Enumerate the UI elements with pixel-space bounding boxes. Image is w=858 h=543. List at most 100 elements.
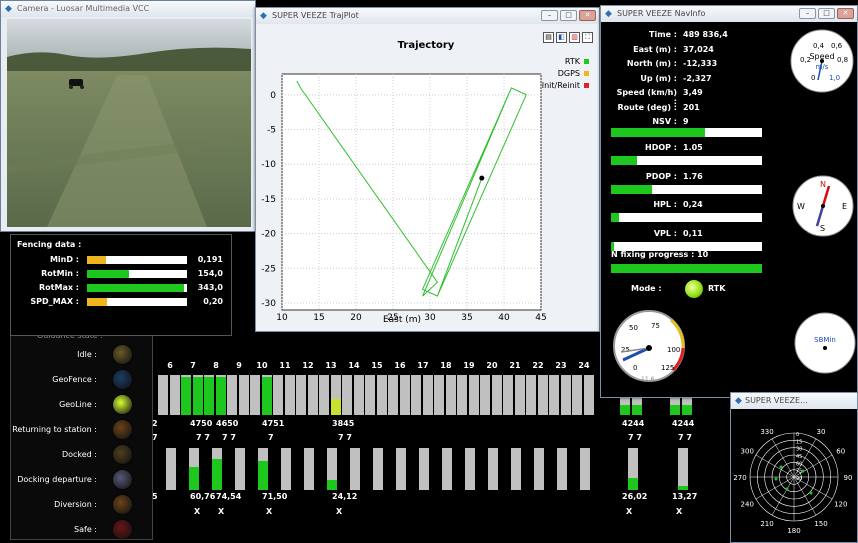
satellite-snr-bar: [557, 448, 567, 490]
svg-text:0,6: 0,6: [831, 42, 843, 50]
polar-angle-label: 30: [817, 428, 826, 436]
polar-angle-label: 180: [787, 527, 800, 535]
polar-spoke: [771, 438, 795, 478]
satellite-bar: [480, 375, 490, 415]
satellite-id: 4751: [262, 419, 285, 428]
nfix-progress-bar: [611, 264, 762, 273]
minimize-button[interactable]: –: [541, 10, 558, 21]
satellite-x-mark: X: [266, 507, 273, 516]
navinfo-window[interactable]: ◆ SUPER VEEZE NavInfo – □ ✕ Time : 489 836,4…: [600, 5, 858, 398]
satellite-snr-bar: [511, 448, 521, 490]
satellite-bar: [342, 375, 352, 415]
maximize-button[interactable]: □: [818, 8, 835, 19]
satellite-number: 10: [256, 361, 268, 370]
polar-angle-label: 90: [844, 474, 853, 482]
satellite-bar: [388, 375, 398, 415]
svg-text:S: S: [820, 224, 825, 233]
nav-label: Route (deg) :: [617, 102, 677, 112]
polar-ring-label: 75: [796, 469, 802, 475]
dop-value: 0,11: [683, 228, 703, 238]
close-button[interactable]: ✕: [579, 10, 596, 21]
guidance-led: [113, 495, 132, 514]
polar-ring-label: 15: [796, 439, 802, 445]
satellite-bar: [620, 395, 630, 415]
satellite-number: 20: [486, 361, 498, 370]
y-tick-label: -10: [261, 160, 276, 170]
close-button[interactable]: ✕: [837, 8, 854, 19]
dop-label: HDOP :: [645, 143, 677, 152]
dop-value: 1.05: [683, 143, 703, 152]
satellite-bottom-bars: [150, 448, 730, 490]
trajplot-window[interactable]: ◆ SUPER VEEZE TrajPlot – □ ✕ ▤ ◧ ▥ ⛶ Trajec…: [255, 7, 600, 332]
satellite-flag: 7 7: [222, 433, 236, 442]
satellite-id: 4244: [672, 419, 695, 428]
satellite-number: 9: [236, 361, 242, 370]
guidance-label: Idle :: [77, 350, 97, 359]
fencing-value: 0,20: [203, 297, 223, 306]
satellite-snr-bar: [166, 448, 176, 490]
x-tick-label: 10: [276, 313, 288, 323]
y-tick-label: -15: [261, 195, 276, 205]
satellite-id: 4244: [622, 419, 645, 428]
mode-label: Mode :: [631, 284, 662, 293]
satellite-number: 21: [509, 361, 521, 370]
satellite-id: 4650: [216, 419, 239, 428]
skyplot-window[interactable]: ◆ SUPER VEEZE... 330 30 300 60 270 90 240 120 210…: [730, 392, 858, 543]
minimize-button[interactable]: –: [799, 8, 816, 19]
guidance-led: [113, 520, 132, 539]
legend-entry: DGPS: [542, 68, 589, 80]
satellite-bar: [308, 375, 318, 415]
satellite-bar: [216, 375, 226, 415]
navinfo-titlebar[interactable]: ◆ SUPER VEEZE NavInfo – □ ✕: [601, 6, 857, 22]
svg-text:0: 0: [811, 74, 815, 82]
polar-ring-label: 60: [796, 461, 802, 467]
y-tick-label: -5: [267, 126, 276, 136]
nav-label: Time :: [649, 30, 677, 39]
app-icon: ◆: [5, 4, 12, 14]
polar-spoke: [755, 476, 795, 500]
camera-titlebar[interactable]: ◆ Camera - Luosar Multimedia VCC: [1, 1, 255, 17]
polar-ring-label: 0: [796, 432, 799, 438]
navinfo-title: SUPER VEEZE NavInfo: [617, 9, 706, 18]
satellite-bar: [296, 375, 306, 415]
sky-polar-plot: 330 30300 60270 90240 120210 1501800153045607…: [733, 428, 853, 535]
polar-angle-label: 240: [741, 501, 754, 509]
polar-angle-label: 60: [836, 448, 845, 456]
satellite-number: 23: [555, 361, 567, 370]
polar-spoke: [793, 476, 817, 516]
satellite-x-mark: X: [194, 507, 201, 516]
satellite-snr: 13,27: [672, 492, 698, 501]
satellite-bar: [331, 375, 341, 415]
skyplot-titlebar[interactable]: ◆ SUPER VEEZE...: [731, 393, 857, 409]
satellite-bar: [377, 375, 387, 415]
guidance-led: [113, 445, 132, 464]
satellite-bar: [170, 375, 180, 415]
satellite-snr-bar: [281, 448, 291, 490]
satellite-dot: [809, 491, 813, 495]
camera-window[interactable]: ◆ Camera - Luosar Multimedia VCC: [0, 0, 256, 232]
legend-swatch: [584, 59, 589, 64]
satellite-dot: [785, 487, 789, 491]
satellite-number: 14: [348, 361, 360, 370]
satellite-number: 24: [578, 361, 590, 370]
x-tick-label: 35: [461, 313, 472, 323]
y-tick-label: -20: [261, 230, 276, 240]
maximize-button[interactable]: □: [560, 10, 577, 21]
trajplot-titlebar[interactable]: ◆ SUPER VEEZE TrajPlot – □ ✕: [256, 8, 599, 24]
satellite-bar: [400, 375, 410, 415]
legend-label: RTK: [564, 57, 580, 66]
satellite-snr-bar: [488, 448, 498, 490]
satellite-snr-bar: [258, 448, 268, 490]
svg-text:1,0: 1,0: [829, 74, 840, 82]
satellite-bar: [193, 375, 203, 415]
legend-entry: RTK: [542, 56, 589, 68]
satellite-snr-bar: [373, 448, 383, 490]
satellite-snr-bar: [419, 448, 429, 490]
satellite-snr-bar: [235, 448, 245, 490]
nav-value: 9: [683, 117, 689, 126]
guidance-panel: Guidance state : Idle :GeoFence :GeoLine…: [10, 330, 153, 540]
polar-angle-label: 120: [834, 501, 847, 509]
mode-indicator-led: [685, 280, 703, 298]
polar-spoke: [755, 454, 795, 478]
guidance-led: [113, 395, 132, 414]
